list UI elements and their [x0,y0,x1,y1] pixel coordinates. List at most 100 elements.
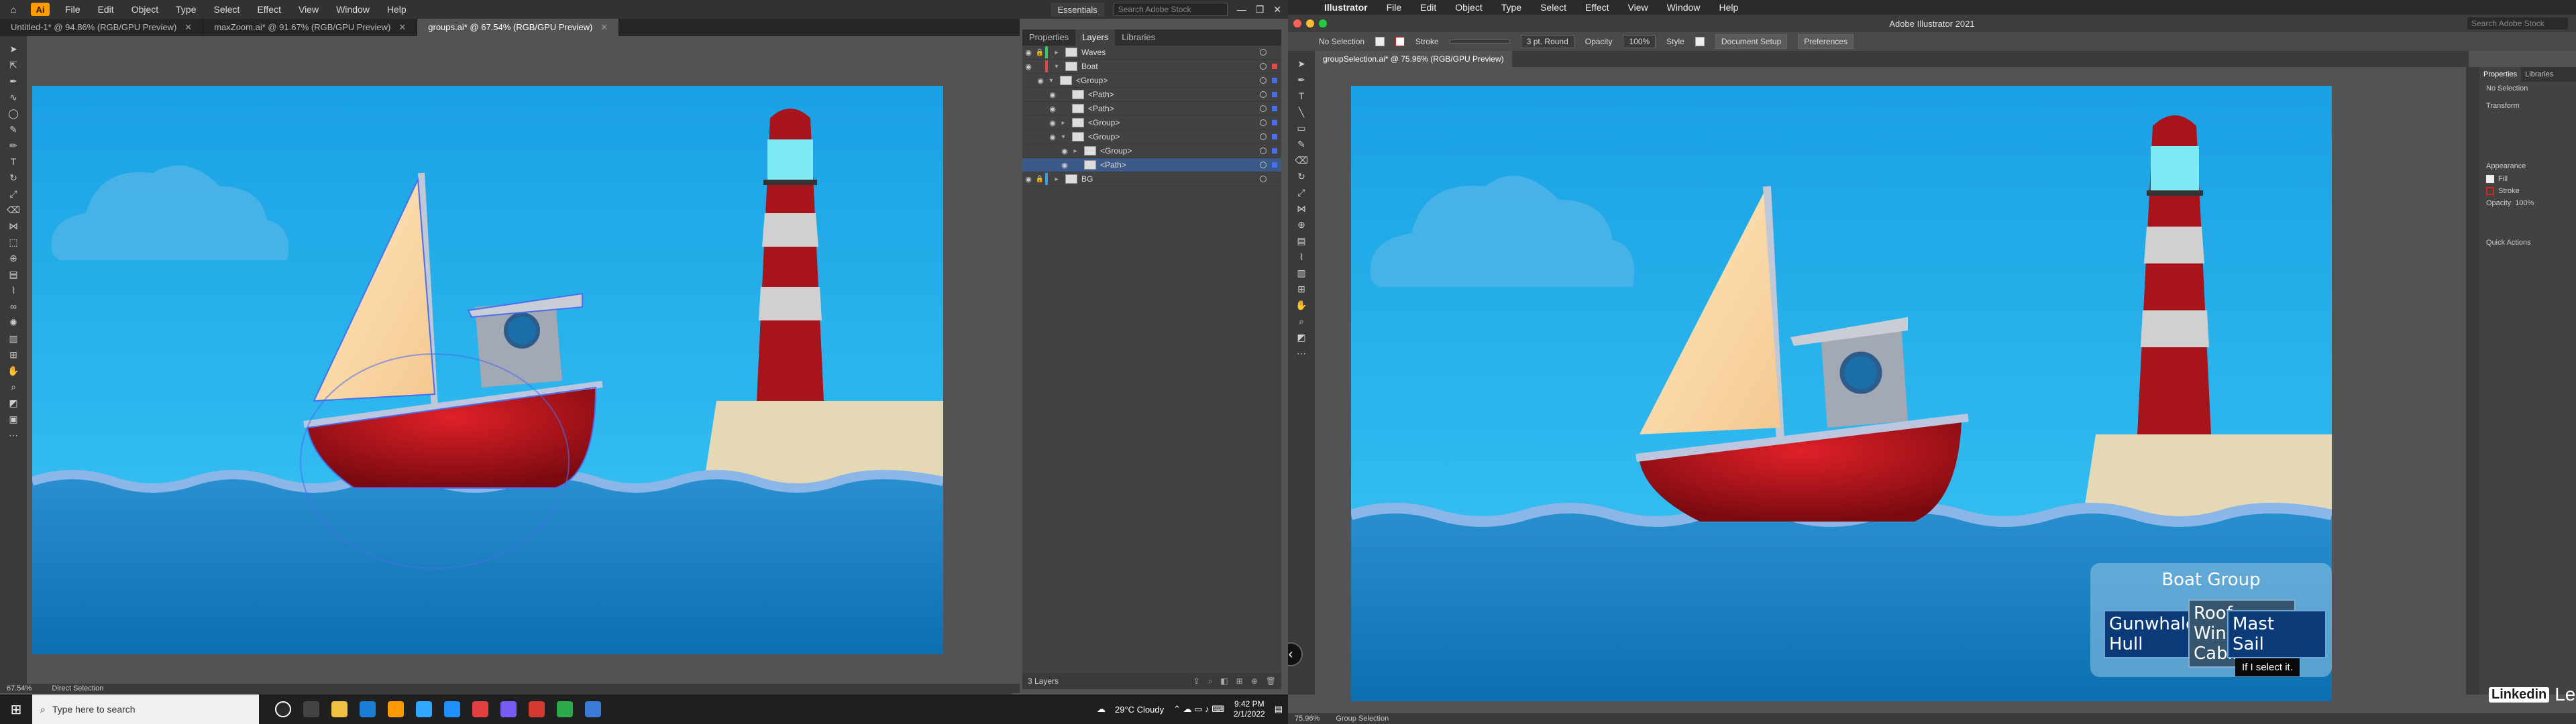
artboard-left[interactable] [32,86,943,654]
menu-object[interactable]: Object [123,4,167,15]
chrome-icon[interactable] [557,701,573,717]
tab-properties[interactable]: Properties [2479,67,2522,82]
zoom-tool-icon[interactable]: ⌕ [6,381,21,393]
zoom-tool-icon[interactable]: ⌕ [1294,315,1309,327]
menu-app-name[interactable]: Illustrator [1315,2,1377,13]
tab-properties[interactable]: Properties [1022,29,1075,46]
layer-row[interactable]: ◉ 🔒 ▸ BG [1022,172,1281,186]
opacity-row[interactable]: Opacity 100% [2479,197,2576,209]
document-setup-button[interactable]: Document Setup [1715,34,1788,49]
eyedropper-tool-icon[interactable]: ⌇ [1294,251,1309,263]
style-swatch[interactable] [1695,37,1705,46]
expand-icon[interactable]: ▸ [1052,176,1061,183]
photoshop-taskbar-icon[interactable] [416,701,432,717]
stock-search-input[interactable]: Search Adobe Stock [1113,3,1228,16]
tab-untitled[interactable]: Untitled-1* @ 94.86% (RGB/GPU Preview) ✕ [0,19,204,36]
color-modes-icon[interactable]: ▣ [6,413,21,425]
line-tool-icon[interactable]: ╲ [1294,106,1309,118]
eyedropper-tool-icon[interactable]: ⌇ [6,284,21,296]
close-tab-icon[interactable]: ✕ [398,22,406,32]
hand-tool-icon[interactable]: ✋ [1294,299,1309,311]
layer-row[interactable]: ◉ <Path> [1022,158,1281,172]
file-explorer-icon[interactable] [331,701,347,717]
preferences-button[interactable]: Preferences [1798,34,1854,49]
symbol-sprayer-tool-icon[interactable]: ✺ [6,316,21,328]
width-tool-icon[interactable]: ⋈ [6,220,21,232]
zoom-level[interactable]: 67.54% [7,684,32,692]
type-tool-icon[interactable]: T [6,156,21,168]
target-icon[interactable] [1260,63,1267,70]
layer-row[interactable]: ◉ <Path> [1022,102,1281,116]
app-icon[interactable] [585,701,601,717]
target-icon[interactable] [1260,49,1267,56]
layer-row[interactable]: ◉ 🔒 ▸ Waves [1022,46,1281,60]
target-icon[interactable] [1260,133,1267,140]
minimize-icon[interactable]: — [1237,4,1246,15]
weather-text[interactable]: 29°C Cloudy [1115,705,1164,715]
menu-view[interactable]: View [1619,2,1658,13]
windows-start-icon[interactable]: ⊞ [0,701,32,718]
selection-indicator[interactable] [1272,106,1277,111]
clipping-mask-icon[interactable]: ◧ [1220,676,1228,686]
blend-tool-icon[interactable]: ∞ [6,300,21,312]
eraser-tool-icon[interactable]: ⌫ [6,204,21,216]
stroke-row[interactable]: Stroke [2479,185,2576,197]
selection-indicator[interactable] [1272,148,1277,154]
scale-tool-icon[interactable]: ⤢ [1294,186,1309,198]
new-layer-icon[interactable]: ⊕ [1251,676,1258,686]
eye-icon[interactable]: ◉ [1022,62,1034,71]
selection-indicator[interactable] [1272,64,1277,69]
layer-row[interactable]: ◉ ▾ <Group> [1022,74,1281,88]
layer-row[interactable]: ◉ ▸ <Group> [1022,144,1281,158]
selection-indicator[interactable] [1272,92,1277,97]
selection-tool-icon[interactable]: ➤ [1294,58,1309,70]
eye-icon[interactable]: ◉ [1059,161,1071,170]
clock[interactable]: 9:42 PM 2/1/2022 [1234,699,1265,719]
close-icon[interactable]: ✕ [1273,4,1281,15]
menu-object[interactable]: Object [1446,2,1491,13]
task-view-icon[interactable] [303,701,319,717]
collapse-icon[interactable]: ▾ [1046,77,1056,84]
chrome-icon[interactable] [529,701,545,717]
target-icon[interactable] [1260,147,1267,154]
menu-help[interactable]: Help [378,4,415,15]
trash-icon[interactable]: 🗑 [1266,676,1276,686]
menu-help[interactable]: Help [1709,2,1748,13]
eye-icon[interactable]: ◉ [1046,133,1059,141]
weather-icon[interactable]: ☁ [1097,704,1106,715]
app-icon[interactable] [500,701,517,717]
scale-tool-icon[interactable]: ⤢ [6,188,21,200]
more-tools-icon[interactable]: ⋯ [6,429,21,441]
collapse-icon[interactable]: ▾ [1059,133,1068,141]
stroke-swatch[interactable] [1395,37,1405,46]
target-icon[interactable] [1260,105,1267,112]
tab-libraries[interactable]: Libraries [2521,67,2557,82]
fill-swatch[interactable] [1375,37,1385,46]
menu-select[interactable]: Select [1531,2,1576,13]
selection-indicator[interactable] [1272,120,1277,125]
transform-fields[interactable] [2479,113,2576,160]
rotate-tool-icon[interactable]: ↻ [6,172,21,184]
rectangle-tool-icon[interactable]: ▭ [1294,122,1309,134]
layer-row[interactable]: ◉ ▾ <Group> [1022,130,1281,144]
selection-indicator[interactable] [1272,134,1277,139]
menu-file[interactable]: File [56,4,89,15]
hand-tool-icon[interactable]: ✋ [6,365,21,377]
layer-row[interactable]: ◉ <Path> [1022,88,1281,102]
target-icon[interactable] [1260,162,1267,168]
more-tools-icon[interactable]: ⋯ [1294,347,1309,359]
curvature-tool-icon[interactable]: ∿ [6,91,21,103]
pencil-tool-icon[interactable]: ✏ [6,139,21,152]
opacity-field[interactable]: 100% [1623,35,1656,48]
selection-tool-icon[interactable]: ➤ [6,43,21,55]
menu-view[interactable]: View [290,4,327,15]
graph-tool-icon[interactable]: ▥ [1294,267,1309,279]
lock-icon[interactable]: 🔒 [1034,176,1045,183]
direct-selection-tool-icon[interactable]: ⇱ [6,59,21,71]
expand-icon[interactable]: ▸ [1052,49,1061,56]
rotate-tool-icon[interactable]: ↻ [1294,170,1309,182]
eye-icon[interactable]: ◉ [1059,147,1071,156]
menu-edit[interactable]: Edit [89,4,123,15]
new-sublayer-icon[interactable]: ⊞ [1236,676,1243,686]
paintbrush-tool-icon[interactable]: ✎ [1294,138,1309,150]
